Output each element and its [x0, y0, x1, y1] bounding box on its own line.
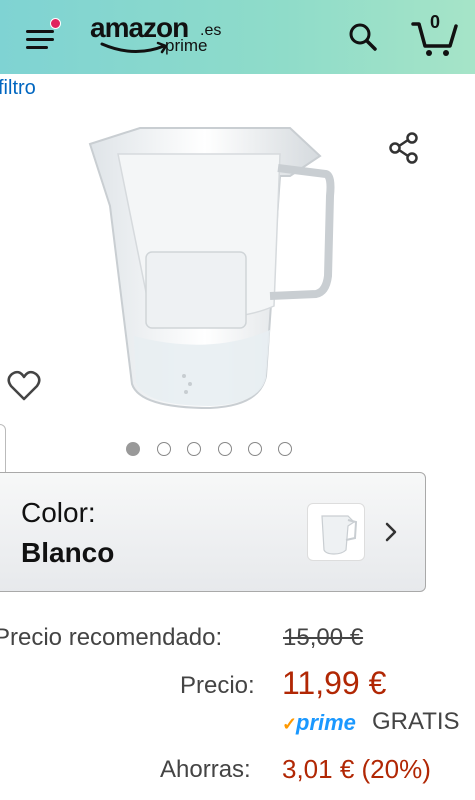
price-value: 11,99 €	[282, 665, 387, 701]
heart-icon	[7, 370, 41, 401]
cart-count: 0	[430, 12, 441, 32]
share-icon	[389, 132, 418, 164]
smile-arrow-icon	[100, 41, 168, 54]
recommended-price-label: Precio recomendado:	[0, 624, 223, 651]
search-icon	[349, 23, 377, 51]
water-filter-jug-image	[88, 127, 335, 410]
share-button[interactable]	[386, 130, 422, 166]
favorite-button[interactable]	[6, 368, 42, 404]
variant-thumbnail[interactable]	[307, 503, 365, 561]
shipping-gratis: GRATIS	[372, 708, 460, 735]
carousel-dot[interactable]	[218, 442, 232, 456]
logo-prime: prime	[165, 36, 208, 55]
breadcrumb-link[interactable]: filtro	[0, 77, 36, 100]
prime-label: prime	[296, 710, 356, 735]
color-variant-selector[interactable]: Color: Blanco	[0, 472, 426, 592]
savings-value: 3,01 € (20%)	[282, 754, 431, 784]
carousel-dot[interactable]	[157, 442, 171, 456]
carousel-dot[interactable]	[248, 442, 262, 456]
hamburger-menu-icon	[26, 38, 54, 41]
hamburger-menu-icon	[26, 46, 48, 49]
savings-label: Ahorras:	[160, 756, 251, 783]
menu-button[interactable]	[26, 18, 61, 50]
variant-label: Color:	[21, 497, 96, 528]
image-carousel-indicator	[126, 442, 306, 458]
prime-check-icon: ✓	[282, 714, 298, 734]
price-label: Precio:	[180, 672, 255, 699]
recommended-price-value: 15,00 €	[283, 624, 364, 651]
notification-dot-icon	[50, 18, 61, 29]
variant-value: Blanco	[21, 537, 115, 568]
carousel-dot[interactable]	[187, 442, 201, 456]
carousel-dot[interactable]	[126, 442, 140, 456]
chevron-right-icon	[385, 522, 397, 542]
hamburger-menu-icon	[26, 30, 54, 33]
search-button[interactable]	[346, 20, 380, 54]
header-bar: amazon .es prime 0	[0, 0, 475, 74]
carousel-dot[interactable]	[278, 442, 292, 456]
cart-button[interactable]: 0	[410, 12, 460, 60]
product-image[interactable]	[80, 116, 340, 422]
variant-thumbnail-image	[321, 515, 358, 555]
prime-badge: ✓ prime	[282, 710, 362, 736]
amazon-logo[interactable]: amazon .es prime	[90, 12, 230, 62]
